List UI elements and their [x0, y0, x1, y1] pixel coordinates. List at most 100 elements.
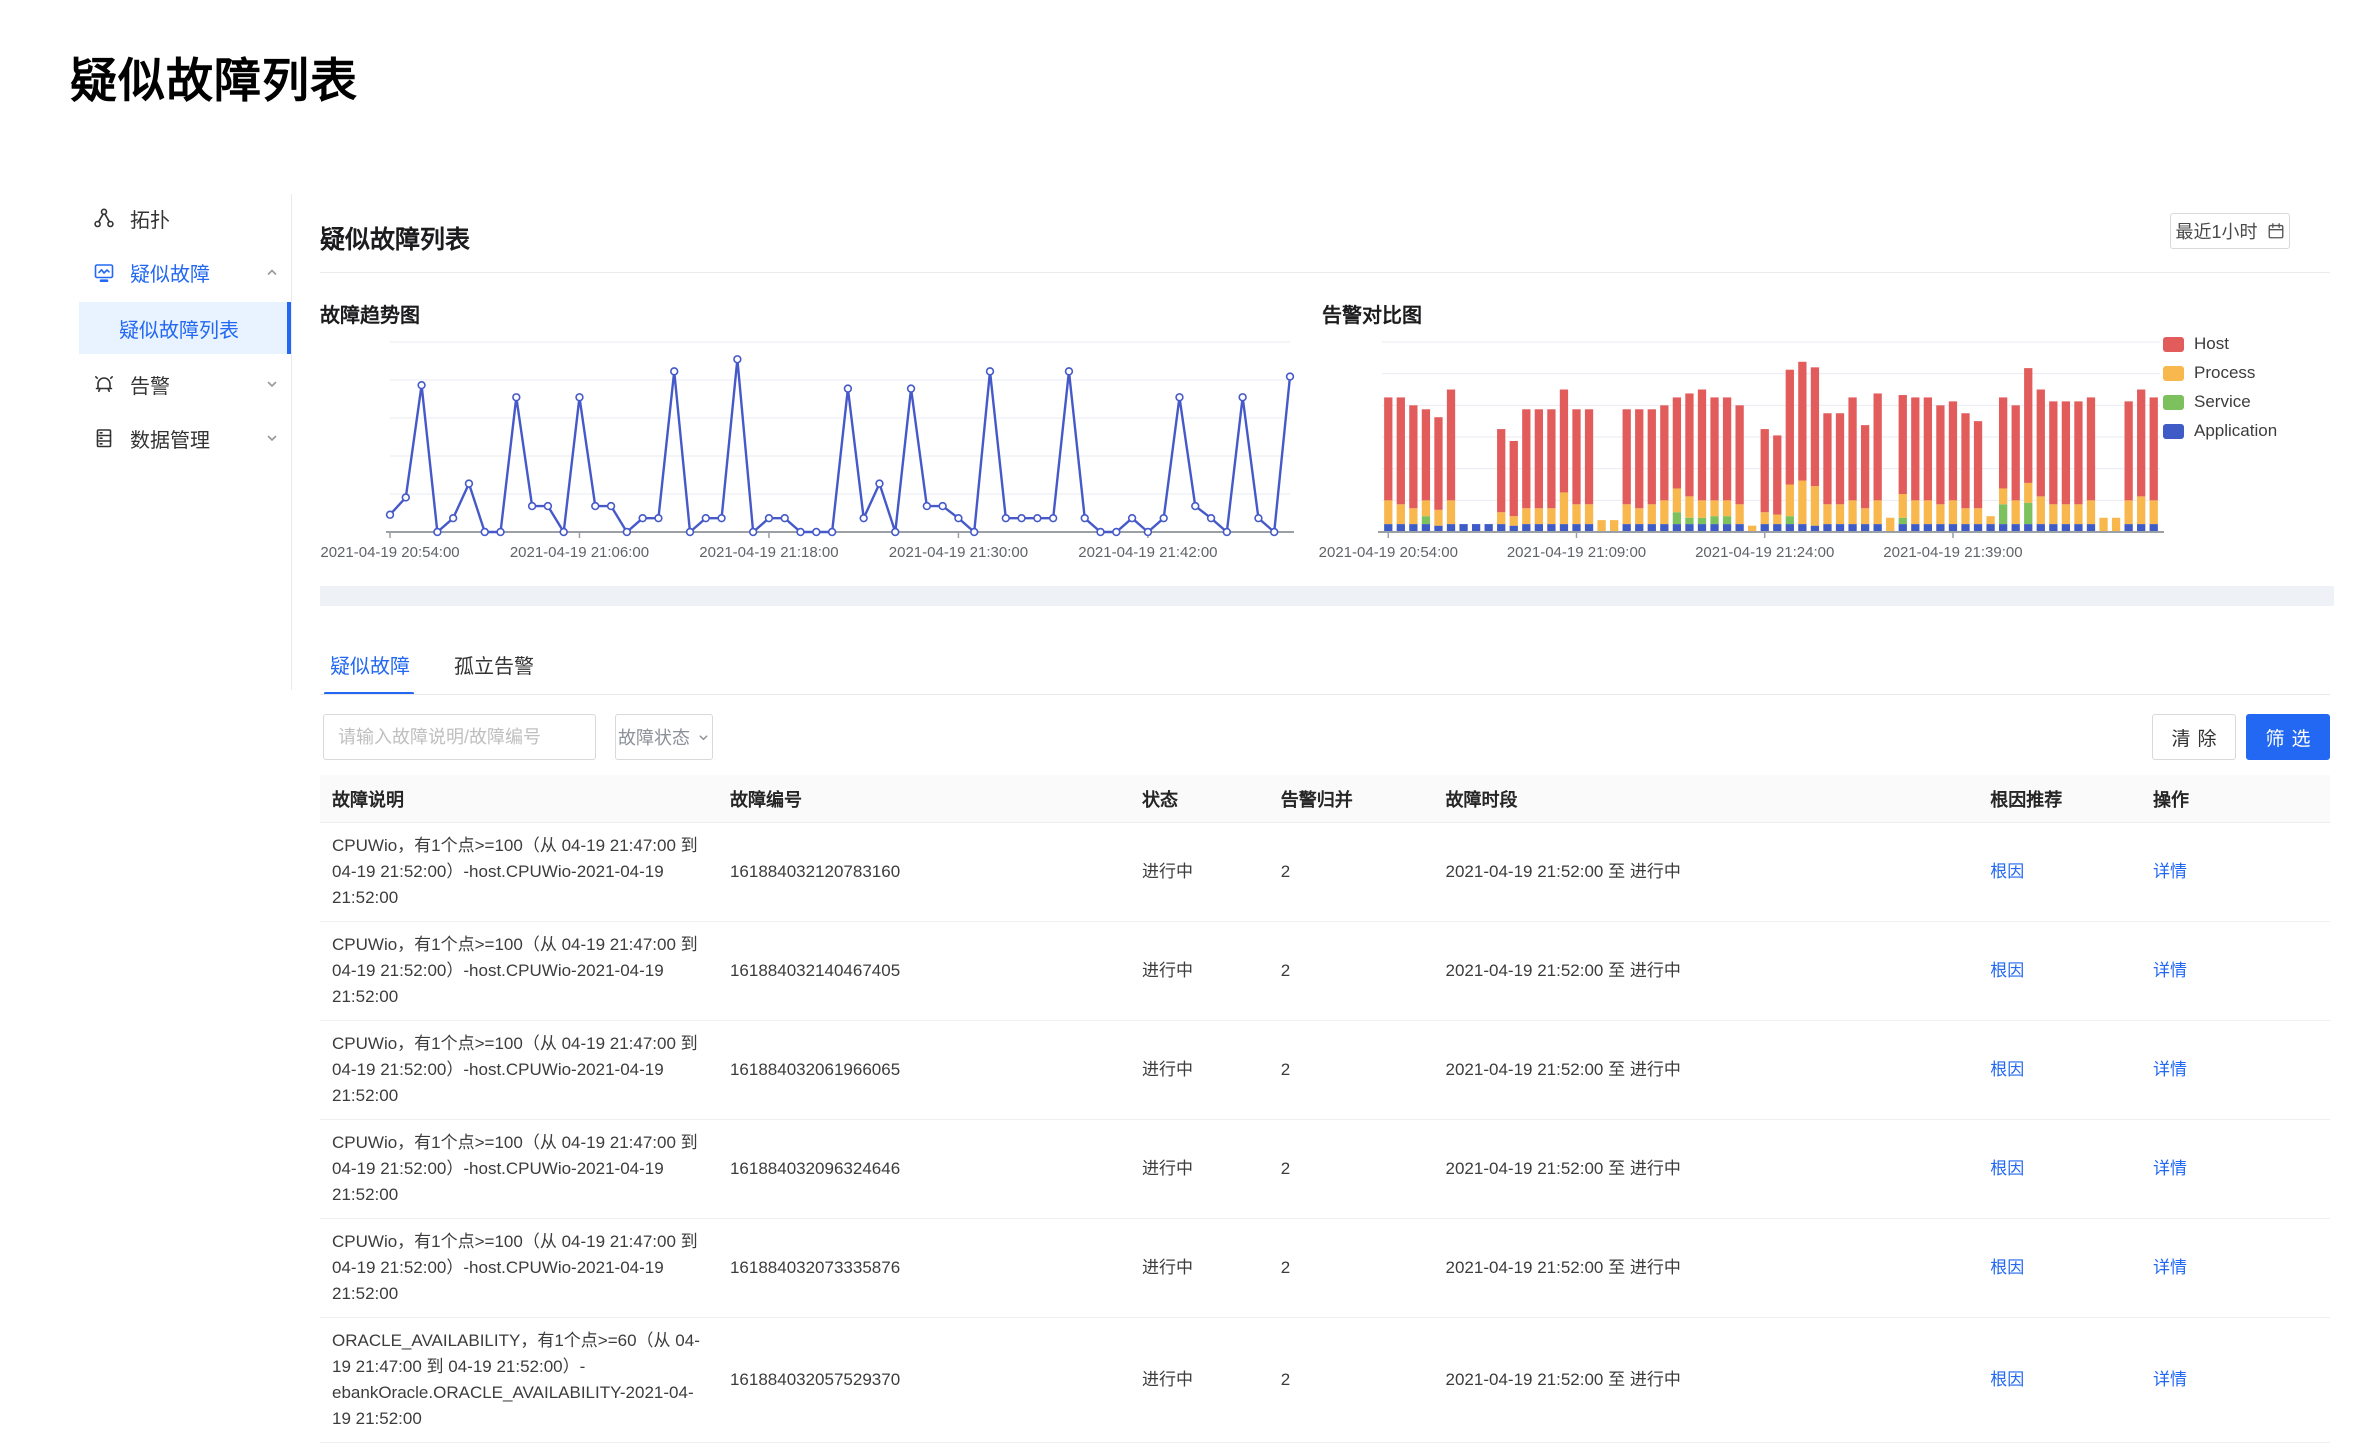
- sidebar-item-label: 告警: [130, 370, 170, 399]
- legend-item-host[interactable]: Host: [2163, 334, 2277, 354]
- table-row: CPUWio，有1个点>=100（从 04-19 21:47:00 到 04-1…: [320, 1219, 2330, 1318]
- fault-description: ORACLE_AVAILABILITY，有1个点>=60（从 04-19 21:…: [320, 1318, 718, 1442]
- detail-link[interactable]: 详情: [2153, 961, 2187, 980]
- status-select[interactable]: 故障状态: [615, 714, 713, 760]
- status-select-label: 故障状态: [618, 724, 690, 750]
- sidebar-item-topology[interactable]: 拓扑: [79, 194, 291, 242]
- fault-period: 2021-04-19 21:52:00 至 进行中: [1434, 948, 1979, 994]
- tabs-divider: [320, 694, 2330, 695]
- fault-status: 进行中: [1130, 1357, 1269, 1403]
- root-cause-link[interactable]: 根因: [1990, 1159, 2024, 1178]
- bell-icon: [93, 373, 115, 395]
- fault-id: 161884032061966065: [718, 1047, 1130, 1093]
- root-cause-link[interactable]: 根因: [1990, 1060, 2024, 1079]
- table-body: CPUWio，有1个点>=100（从 04-19 21:47:00 到 04-1…: [320, 823, 2330, 1443]
- svg-text:2021-04-19 21:24:00: 2021-04-19 21:24:00: [1695, 544, 1834, 561]
- fault-id: 161884032073335876: [718, 1245, 1130, 1291]
- detail-link[interactable]: 详情: [2153, 1159, 2187, 1178]
- legend-item-service[interactable]: Service: [2163, 392, 2277, 412]
- fault-id: 161884032096324646: [718, 1146, 1130, 1192]
- database-icon: [93, 427, 115, 449]
- detail-link[interactable]: 详情: [2153, 1258, 2187, 1277]
- fault-trend-line-chart: 2021-04-19 20:54:002021-04-19 21:06:0020…: [386, 334, 1296, 566]
- monitor-icon: [93, 261, 115, 283]
- chevron-down-icon: [265, 431, 279, 445]
- legend-label: Process: [2194, 363, 2255, 383]
- detail-link[interactable]: 详情: [2153, 1060, 2187, 1079]
- compare-chart-title: 告警对比图: [1322, 299, 1422, 328]
- sidebar-item-label: 疑似故障: [130, 258, 210, 287]
- fault-id: 161884032120783160: [718, 849, 1130, 895]
- time-range-button[interactable]: 最近1小时: [2170, 213, 2290, 249]
- fault-period: 2021-04-19 21:52:00 至 进行中: [1434, 849, 1979, 895]
- calendar-icon: [2267, 222, 2285, 240]
- fault-description: CPUWio，有1个点>=100（从 04-19 21:47:00 到 04-1…: [320, 1021, 718, 1119]
- detail-link[interactable]: 详情: [2153, 1370, 2187, 1389]
- header-divider: [320, 272, 2330, 273]
- sidebar-item-data-management[interactable]: 数据管理: [79, 414, 291, 462]
- fault-status: 进行中: [1130, 849, 1269, 895]
- alarm-merge-count: 2: [1269, 1047, 1434, 1093]
- time-range-label: 最近1小时: [2175, 218, 2257, 244]
- svg-text:2021-04-19 21:18:00: 2021-04-19 21:18:00: [699, 544, 838, 561]
- fault-period: 2021-04-19 21:52:00 至 进行中: [1434, 1047, 1979, 1093]
- chart-legend: Host Process Service Application: [2163, 334, 2277, 441]
- col-header-id: 故障编号: [718, 786, 1130, 812]
- table-row: CPUWio，有1个点>=100（从 04-19 21:47:00 到 04-1…: [320, 1021, 2330, 1120]
- fault-status: 进行中: [1130, 1245, 1269, 1291]
- alarm-merge-count: 2: [1269, 948, 1434, 994]
- chevron-down-icon: [265, 377, 279, 391]
- root-cause-link[interactable]: 根因: [1990, 961, 2024, 980]
- page-title: 疑似故障列表: [70, 42, 358, 111]
- section-divider-band: [320, 586, 2334, 606]
- svg-text:2021-04-19 20:54:00: 2021-04-19 20:54:00: [1319, 544, 1458, 561]
- legend-item-application[interactable]: Application: [2163, 421, 2277, 441]
- table-row: CPUWio，有1个点>=100（从 04-19 21:47:00 到 04-1…: [320, 922, 2330, 1021]
- sidebar-item-suspected-fault[interactable]: 疑似故障: [79, 248, 291, 296]
- root-cause-link[interactable]: 根因: [1990, 1370, 2024, 1389]
- sidebar-item-suspected-fault-list[interactable]: 疑似故障列表: [79, 302, 291, 354]
- detail-link[interactable]: 详情: [2153, 862, 2187, 881]
- tab-suspected-fault[interactable]: 疑似故障: [330, 650, 410, 703]
- tab-isolated-alarm[interactable]: 孤立告警: [454, 650, 534, 703]
- panel-title: 疑似故障列表: [320, 220, 470, 256]
- col-header-period: 故障时段: [1434, 786, 1979, 812]
- search-input[interactable]: [323, 714, 596, 760]
- legend-label: Application: [2194, 421, 2277, 441]
- svg-text:2021-04-19 21:06:00: 2021-04-19 21:06:00: [510, 544, 649, 561]
- svg-text:2021-04-19 21:42:00: 2021-04-19 21:42:00: [1078, 544, 1217, 561]
- fault-description: CPUWio，有1个点>=100（从 04-19 21:47:00 到 04-1…: [320, 922, 718, 1020]
- legend-swatch: [2163, 395, 2184, 410]
- sidebar-item-label: 拓扑: [130, 204, 170, 233]
- sidebar-item-alarm[interactable]: 告警: [79, 360, 291, 408]
- legend-swatch: [2163, 337, 2184, 352]
- topology-icon: [93, 207, 115, 229]
- svg-text:2021-04-19 21:09:00: 2021-04-19 21:09:00: [1507, 544, 1646, 561]
- fault-description: CPUWio，有1个点>=100（从 04-19 21:47:00 到 04-1…: [320, 823, 718, 921]
- table-row: CPUWio，有1个点>=100（从 04-19 21:47:00 到 04-1…: [320, 823, 2330, 922]
- fault-period: 2021-04-19 21:52:00 至 进行中: [1434, 1146, 1979, 1192]
- fault-status: 进行中: [1130, 948, 1269, 994]
- col-header-rootcause: 根因推荐: [1978, 786, 2141, 812]
- fault-description: CPUWio，有1个点>=100（从 04-19 21:47:00 到 04-1…: [320, 1219, 718, 1317]
- fault-period: 2021-04-19 21:52:00 至 进行中: [1434, 1245, 1979, 1291]
- col-header-action: 操作: [2141, 786, 2330, 812]
- trend-chart-title: 故障趋势图: [320, 299, 420, 328]
- legend-label: Service: [2194, 392, 2251, 412]
- alarm-merge-count: 2: [1269, 1357, 1434, 1403]
- legend-swatch: [2163, 366, 2184, 381]
- clear-button[interactable]: 清除: [2152, 714, 2236, 760]
- root-cause-link[interactable]: 根因: [1990, 862, 2024, 881]
- col-header-desc: 故障说明: [320, 786, 718, 812]
- table-header-row: 故障说明 故障编号 状态 告警归并 故障时段 根因推荐 操作: [320, 775, 2330, 823]
- svg-text:2021-04-19 20:54:00: 2021-04-19 20:54:00: [320, 544, 459, 561]
- alarm-merge-count: 2: [1269, 1146, 1434, 1192]
- sidebar-item-label: 数据管理: [130, 424, 210, 453]
- legend-item-process[interactable]: Process: [2163, 363, 2277, 383]
- root-cause-link[interactable]: 根因: [1990, 1258, 2024, 1277]
- table-row: CPUWio，有1个点>=100（从 04-19 21:47:00 到 04-1…: [320, 1120, 2330, 1219]
- legend-label: Host: [2194, 334, 2229, 354]
- table-row: ORACLE_AVAILABILITY，有1个点>=60（从 04-19 21:…: [320, 1318, 2330, 1443]
- alarm-compare-bar-chart: 2021-04-19 20:54:002021-04-19 21:09:0020…: [1378, 334, 2168, 566]
- filter-button[interactable]: 筛选: [2246, 714, 2330, 760]
